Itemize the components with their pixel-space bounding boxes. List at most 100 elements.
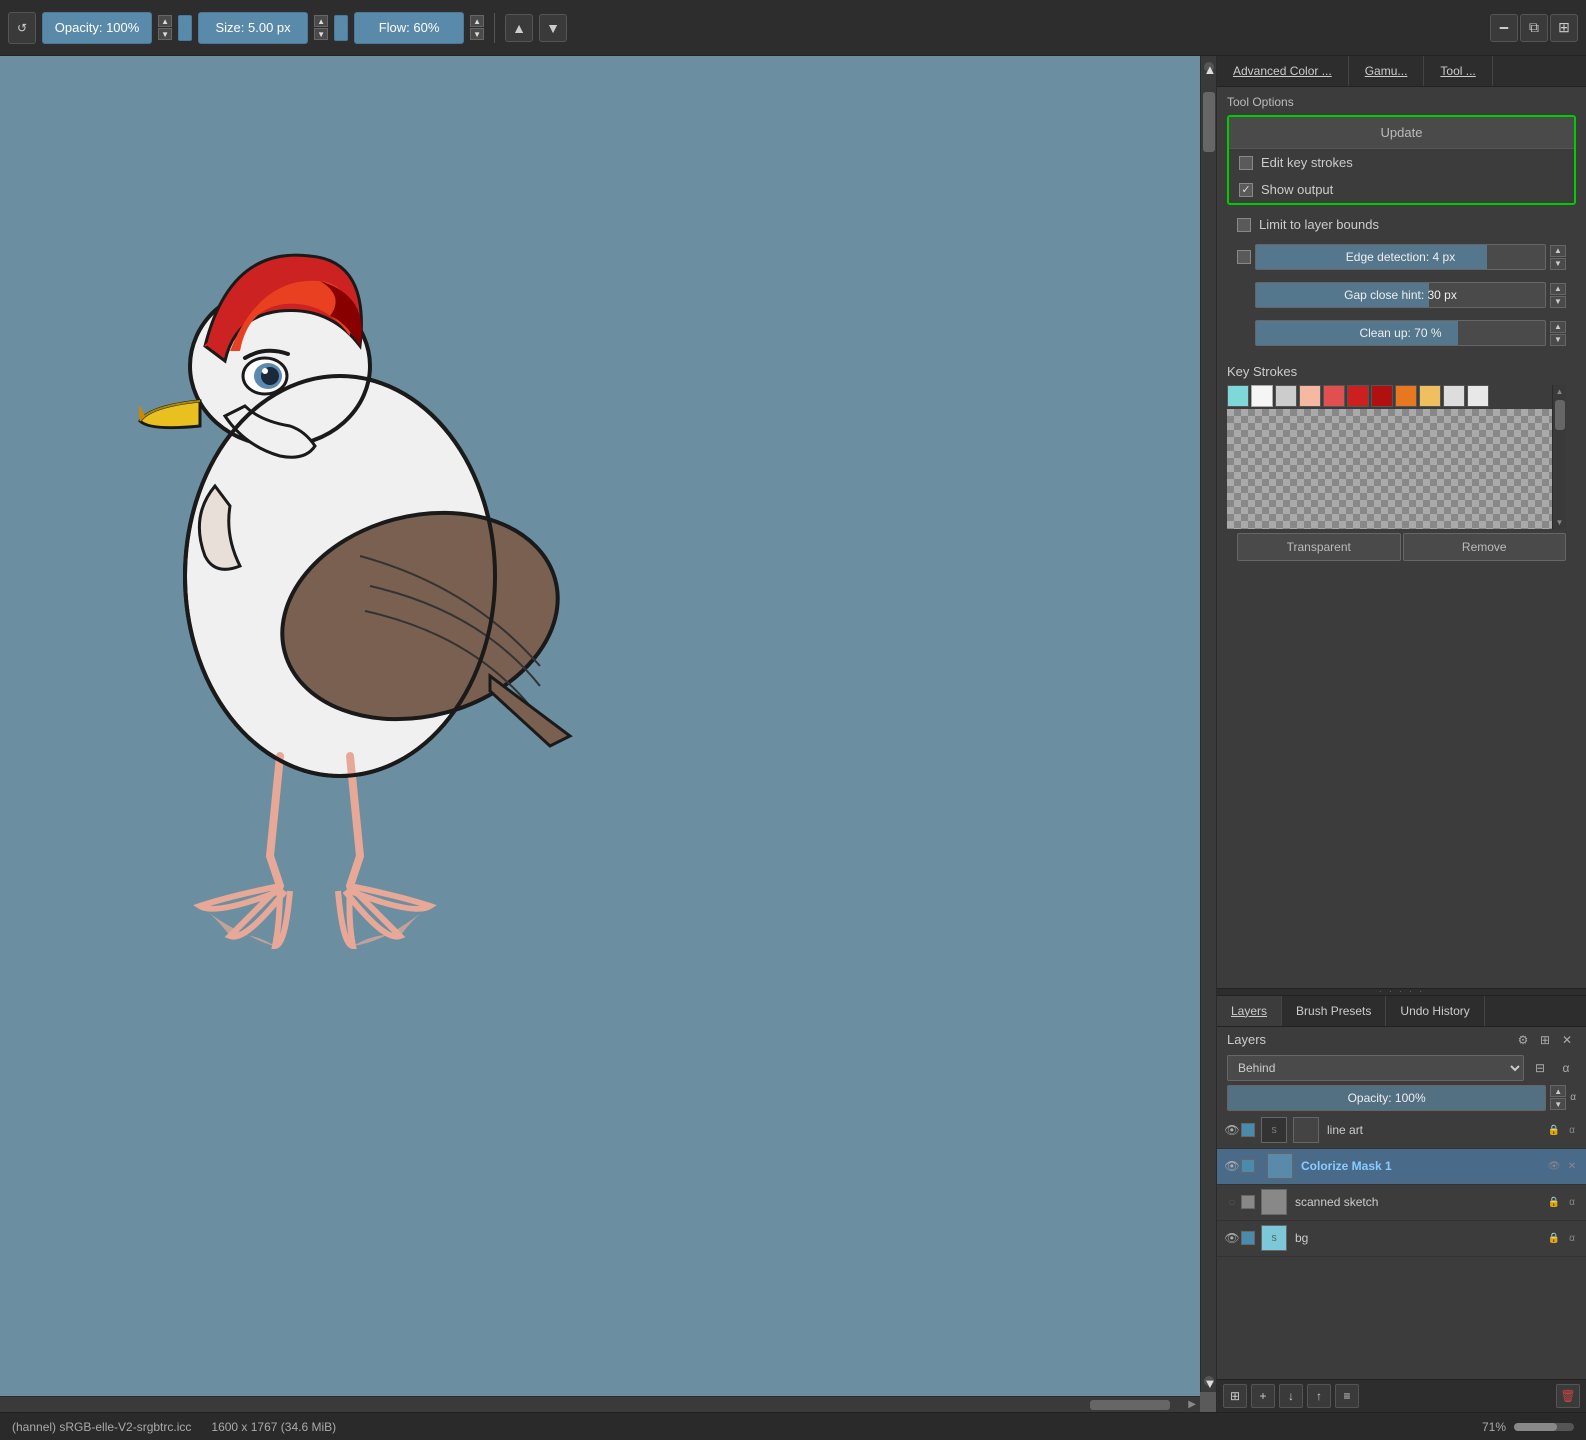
canvas-scroll-bottom[interactable]: ▶ [0, 1396, 1200, 1412]
tab-undo-history[interactable]: Undo History [1386, 996, 1484, 1026]
layers-settings-icon[interactable]: ⚙ [1514, 1031, 1532, 1049]
layer-up-button[interactable]: ↑ [1307, 1384, 1331, 1408]
edge-detection-up[interactable]: ▲ [1550, 245, 1566, 257]
lock-icon-bg[interactable]: 🔒 [1546, 1230, 1562, 1246]
zoom-slider[interactable] [1514, 1423, 1574, 1431]
size-down-arrow[interactable]: ▼ [314, 28, 328, 40]
layer-visibility-bg[interactable]: 👁 [1223, 1229, 1241, 1247]
layer-row-scanned[interactable]: ○ scanned sketch 🔒 α [1217, 1185, 1586, 1221]
edit-key-strokes-checkbox[interactable] [1239, 156, 1253, 170]
layer-row-bg[interactable]: 👁 S bg 🔒 α [1217, 1221, 1586, 1257]
swatch-yellow[interactable] [1419, 385, 1441, 407]
canvas-scrollbar-right[interactable]: ▲ ▼ [1200, 56, 1216, 1392]
swatch-scroll-down[interactable]: ▼ [1556, 518, 1564, 527]
swatch-red1[interactable] [1323, 385, 1345, 407]
layer-delete-button[interactable]: 🗑 [1556, 1384, 1580, 1408]
edge-detection-down[interactable]: ▼ [1550, 258, 1566, 270]
transparent-button[interactable]: Transparent [1237, 533, 1401, 561]
tab-advanced-color[interactable]: Advanced Color ... [1217, 56, 1349, 86]
alpha-icon-scanned[interactable]: α [1564, 1194, 1580, 1210]
alpha-lock-icon[interactable]: α [1570, 1092, 1576, 1103]
show-output-row[interactable]: ✓ Show output [1229, 176, 1574, 203]
blend-mode-select[interactable]: Behind [1227, 1055, 1524, 1081]
update-button[interactable]: Update [1229, 117, 1574, 149]
swatch-darkred[interactable] [1371, 385, 1393, 407]
layer-visibility-scanned[interactable]: ○ [1223, 1193, 1241, 1211]
layer-options-button[interactable]: ⊞ [1223, 1384, 1247, 1408]
layer-add-button[interactable]: + [1251, 1384, 1275, 1408]
canvas-area[interactable] [0, 56, 1200, 1396]
layer-visibility-colorize[interactable]: 👁 [1223, 1157, 1241, 1175]
layer-row-colorize[interactable]: 👁 Colorize Mask 1 👁 ✕ [1217, 1149, 1586, 1185]
layer-visibility-line-art[interactable]: 👁 [1223, 1121, 1241, 1139]
window-minimize-button[interactable]: 🗕 [1490, 14, 1518, 42]
swatch-white[interactable] [1251, 385, 1273, 407]
limit-layer-bounds-row[interactable]: Limit to layer bounds [1227, 213, 1576, 236]
limit-layer-bounds-checkbox[interactable] [1237, 218, 1251, 232]
scrollbar-thumb[interactable] [1203, 92, 1215, 152]
layers-close-icon[interactable]: ✕ [1558, 1031, 1576, 1049]
alpha-icon[interactable]: α [1556, 1058, 1576, 1078]
swatch-cyan[interactable] [1227, 385, 1249, 407]
gap-close-up[interactable]: ▲ [1550, 283, 1566, 295]
window-tile-button[interactable]: ⧉ [1520, 14, 1548, 42]
alpha-icon-line-art[interactable]: α [1564, 1122, 1580, 1138]
swatch-lightgray2[interactable] [1467, 385, 1489, 407]
alpha-icon-bg[interactable]: α [1564, 1230, 1580, 1246]
size-up-arrow[interactable]: ▲ [314, 15, 328, 27]
opacity-field[interactable]: Opacity: 100% [42, 12, 152, 44]
swatch-orange[interactable] [1395, 385, 1417, 407]
gap-close-down[interactable]: ▼ [1550, 296, 1566, 308]
eye-icon-colorize[interactable]: 👁 [1546, 1158, 1562, 1174]
refresh-button[interactable]: ↺ [8, 12, 36, 44]
swatches-scrollbar[interactable]: ▲ ▼ [1552, 385, 1566, 529]
scroll-down-btn[interactable]: ▼ [1204, 1376, 1214, 1386]
flow-up-arrow[interactable]: ▲ [470, 15, 484, 27]
scroll-right-arrow[interactable]: ▶ [1188, 1399, 1196, 1410]
layer-down-button[interactable]: ↓ [1279, 1384, 1303, 1408]
checker-area[interactable] [1227, 409, 1560, 529]
transparent-remove-row: Transparent Remove [1227, 529, 1576, 565]
tab-brush-presets[interactable]: Brush Presets [1282, 996, 1386, 1026]
layer-menu-button[interactable]: ≡ [1335, 1384, 1359, 1408]
clean-up-down[interactable]: ▼ [1550, 334, 1566, 346]
clean-up-slider[interactable]: Clean up: 70 % [1255, 320, 1546, 346]
clean-up-up[interactable]: ▲ [1550, 321, 1566, 333]
opacity-up-arrow[interactable]: ▲ [1550, 1085, 1566, 1097]
tab-gamu[interactable]: Gamu... [1349, 56, 1425, 86]
flow-down-arrow[interactable]: ▼ [470, 28, 484, 40]
show-output-checkbox[interactable]: ✓ [1239, 183, 1253, 197]
layer-thumb-line-art: S [1261, 1117, 1287, 1143]
gap-close-slider[interactable]: Gap close hint: 30 px [1255, 282, 1546, 308]
swatch-scroll-thumb[interactable] [1555, 400, 1565, 430]
flow-field[interactable]: Flow: 60% [354, 12, 464, 44]
edit-key-strokes-row[interactable]: Edit key strokes [1229, 149, 1574, 176]
swatch-red2[interactable] [1347, 385, 1369, 407]
scroll-up-btn[interactable]: ▲ [1204, 62, 1214, 72]
brush-direction-button[interactable]: ▲ [505, 14, 533, 42]
edge-detection-checkbox[interactable] [1237, 250, 1251, 264]
lock-icon-line-art[interactable]: 🔒 [1546, 1122, 1562, 1138]
layer-opacity-slider[interactable]: Opacity: 100% [1227, 1085, 1546, 1111]
close-icon-colorize[interactable]: ✕ [1564, 1158, 1580, 1174]
tab-layers[interactable]: Layers [1217, 996, 1282, 1026]
toolbar-expand-button[interactable]: ⊞ [1550, 14, 1578, 42]
layer-row-line-art[interactable]: 👁 S line art 🔒 α [1217, 1113, 1586, 1149]
horizontal-scrollbar-thumb[interactable] [1090, 1400, 1170, 1410]
layers-filter-icon[interactable]: ⊞ [1536, 1031, 1554, 1049]
opacity-down-arrow[interactable]: ▼ [158, 28, 172, 40]
lock-icon-scanned[interactable]: 🔒 [1546, 1194, 1562, 1210]
swatch-gray[interactable] [1275, 385, 1297, 407]
brush-options-button[interactable]: ▼ [539, 14, 567, 42]
panel-divider[interactable]: · · · · · [1217, 988, 1586, 996]
swatch-scroll-up[interactable]: ▲ [1556, 387, 1564, 396]
opacity-up-arrow[interactable]: ▲ [158, 15, 172, 27]
swatch-peach[interactable] [1299, 385, 1321, 407]
edge-detection-slider[interactable]: Edge detection: 4 px [1255, 244, 1546, 270]
swatch-lightgray1[interactable] [1443, 385, 1465, 407]
remove-button[interactable]: Remove [1403, 533, 1567, 561]
filter-icon[interactable]: ⊟ [1530, 1058, 1550, 1078]
opacity-down-arrow[interactable]: ▼ [1550, 1098, 1566, 1110]
size-field[interactable]: Size: 5.00 px [198, 12, 308, 44]
tab-tool[interactable]: Tool ... [1424, 56, 1492, 86]
